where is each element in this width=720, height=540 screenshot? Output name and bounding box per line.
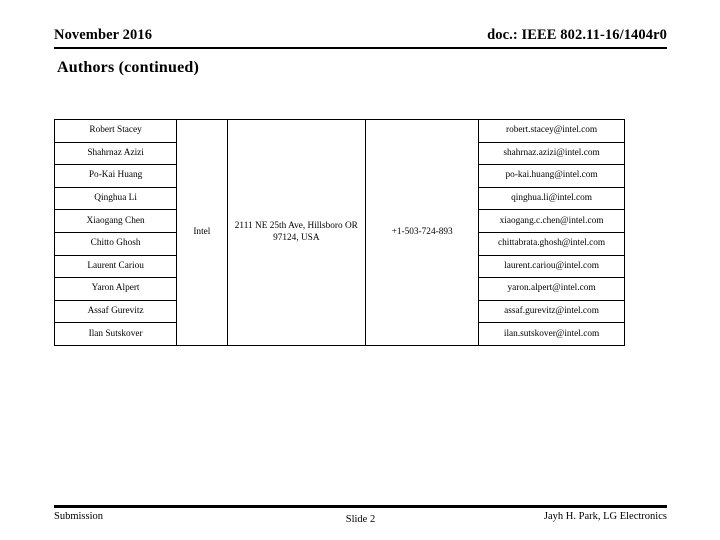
authors-table-body: Robert Stacey Intel 2111 NE 25th Ave, Hi…	[53, 119, 625, 346]
phone-cell: +1-503-724-893	[365, 119, 480, 346]
address-cell: 2111 NE 25th Ave, Hillsboro OR 97124, US…	[226, 119, 367, 346]
author-name-cell: Yaron Alpert	[53, 277, 178, 301]
author-name-cell: Po-Kai Huang	[53, 164, 178, 188]
author-email-cell: chittabrata.ghosh@intel.com	[478, 231, 625, 256]
author-name-cell: Robert Stacey	[53, 119, 178, 143]
header-date: November 2016	[54, 27, 153, 43]
author-email-cell: po-kai.huang@intel.com	[478, 164, 625, 188]
footer-submission-label: Submission	[54, 511, 104, 522]
page-title: Authors (continued)	[57, 59, 200, 76]
footer-author-affiliation: Jayh H. Park, LG Electronics	[543, 511, 667, 522]
slide: November 2016 doc.: IEEE 802.11-16/1404r…	[0, 0, 720, 540]
author-email-cell: shahrnaz.azizi@intel.com	[478, 141, 625, 166]
slide-header: November 2016 doc.: IEEE 802.11-16/1404r…	[54, 26, 667, 52]
author-name-cell: Assaf Gurevitz	[53, 299, 178, 324]
author-email-cell: assaf.gurevitz@intel.com	[478, 299, 625, 324]
author-email-cell: robert.stacey@intel.com	[478, 119, 625, 143]
author-email-cell: xiaogang.c.chen@intel.com	[478, 209, 625, 233]
author-name-cell: Shahrnaz Azizi	[53, 141, 178, 166]
author-name-cell: Laurent Cariou	[53, 254, 178, 279]
author-name-cell: Chitto Ghosh	[53, 231, 178, 256]
author-email-cell: qinghua.li@intel.com	[478, 186, 625, 211]
header-divider	[54, 47, 667, 49]
header-document-number: doc.: IEEE 802.11-16/1404r0	[487, 27, 667, 43]
affiliation-cell: Intel	[176, 119, 228, 346]
footer-slide-number: Slide 2	[345, 514, 376, 525]
author-name-cell: Qinghua Li	[53, 186, 178, 211]
authors-table: Robert Stacey Intel 2111 NE 25th Ave, Hi…	[53, 119, 625, 346]
footer-row: Submission Slide 2 Jayh H. Park, LG Elec…	[54, 510, 667, 527]
author-email-cell: laurent.cariou@intel.com	[478, 254, 625, 279]
table-row: Robert Stacey Intel 2111 NE 25th Ave, Hi…	[53, 119, 625, 346]
author-name-cell: Ilan Sutskover	[53, 322, 178, 346]
author-email-cell: yaron.alpert@intel.com	[478, 277, 625, 301]
author-email-cell: ilan.sutskover@intel.com	[478, 322, 625, 346]
footer-divider	[54, 505, 667, 508]
author-name-cell: Xiaogang Chen	[53, 209, 178, 233]
header-row: November 2016 doc.: IEEE 802.11-16/1404r…	[54, 26, 667, 44]
